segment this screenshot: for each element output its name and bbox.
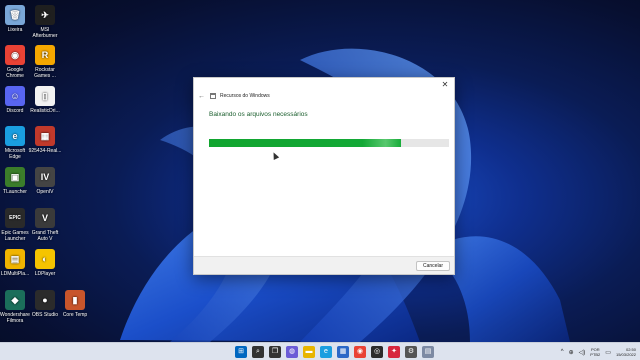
desktop-icon[interactable]: V Grand Theft Auto V: [26, 208, 64, 242]
app-icon: ◐: [35, 249, 55, 269]
desktop-icon-label: 925434-Real...: [28, 148, 62, 154]
taskbar-windows-features-icon[interactable]: ▤: [422, 346, 434, 358]
desktop-icon-label: Core Temp: [62, 312, 88, 318]
input-language-indicator[interactable]: POR PTB2: [590, 347, 600, 357]
app-icon: ◆: [5, 290, 25, 310]
desktop-icon-label: Grand Theft Auto V: [31, 230, 59, 242]
desktop-icon-label: LDPlayer: [34, 271, 56, 277]
desktop-icon[interactable]: IV OpenIV: [26, 167, 64, 195]
app-icon: ◉: [5, 45, 25, 65]
desktop-icon[interactable]: ▮ Core Temp: [56, 290, 94, 318]
taskbar-pinned-apps: ⊞ ⌕ ❐ ◍ ▬ e ▦ ◉ ◎ ✦ ⚙ ▤: [235, 346, 434, 358]
taskbar-start-icon[interactable]: ⊞: [235, 346, 247, 358]
desktop-icon-label: OpenIV: [36, 189, 54, 195]
app-icon: EPIC: [5, 208, 25, 228]
download-status-heading: Baixando os arquivos necessários: [209, 111, 308, 118]
keyboard-layout: PTB2: [590, 352, 601, 357]
taskbar-xbox-icon[interactable]: ◎: [371, 346, 383, 358]
progress-fill: [209, 139, 401, 147]
notification-icon[interactable]: ▭: [605, 349, 611, 356]
cancel-button[interactable]: Cancelar: [416, 261, 450, 271]
taskbar-edge-icon[interactable]: e: [320, 346, 332, 358]
taskbar-settings-icon[interactable]: ⚙: [405, 346, 417, 358]
app-icon: ▦: [35, 126, 55, 146]
desktop-icon[interactable]: ▯ RealisticDri...: [26, 86, 64, 114]
dialog-title: Recursos do Windows: [220, 93, 270, 99]
app-icon: ☺: [5, 86, 25, 106]
taskbar-app-red-icon[interactable]: ✦: [388, 346, 400, 358]
app-icon: IV: [35, 167, 55, 187]
desktop-icon-label: RealisticDri...: [30, 108, 60, 114]
network-icon[interactable]: ⊕: [569, 349, 574, 356]
dialog-header: ← Recursos do Windows: [198, 91, 270, 101]
window-icon: [210, 93, 216, 99]
show-hidden-icons-chevron-icon[interactable]: ^: [561, 349, 564, 355]
taskbar-search-icon[interactable]: ⌕: [252, 346, 264, 358]
taskbar-chat-icon[interactable]: ◍: [286, 346, 298, 358]
app-icon: ●: [35, 290, 55, 310]
desktop-icon[interactable]: ✈ MSI Afterburner: [26, 5, 64, 39]
app-icon: V: [35, 208, 55, 228]
close-button[interactable]: ✕: [440, 80, 450, 90]
app-icon: ▣: [5, 167, 25, 187]
taskbar-file-explorer-icon[interactable]: ▬: [303, 346, 315, 358]
app-icon: ▤: [5, 249, 25, 269]
dialog-footer: Cancelar: [194, 256, 454, 274]
taskbar: ⊞ ⌕ ❐ ◍ ▬ e ▦ ◉ ◎ ✦ ⚙ ▤ ^ ⊕ ◁) POR PTB2 ▭ 02:50 15/…: [0, 342, 640, 360]
clock[interactable]: 02:50 15/03/2022: [616, 347, 636, 357]
app-icon: ▮: [65, 290, 85, 310]
desktop-icon-label: MSI Afterburner: [32, 27, 58, 39]
download-progress-bar: [209, 139, 449, 147]
app-icon: e: [5, 126, 25, 146]
desktop-icon[interactable]: ◐ LDPlayer: [26, 249, 64, 277]
windows-features-dialog: ✕ ← Recursos do Windows Baixando os arqu…: [193, 77, 455, 275]
app-icon: 🗑: [5, 5, 25, 25]
clock-date: 15/03/2022: [615, 352, 636, 357]
taskbar-chrome-icon[interactable]: ◉: [354, 346, 366, 358]
app-icon: ▯: [35, 86, 55, 106]
desktop-icon[interactable]: ▦ 925434-Real...: [26, 126, 64, 154]
back-arrow-icon[interactable]: ←: [198, 93, 206, 100]
app-icon: R: [35, 45, 55, 65]
app-icon: ✈: [35, 5, 55, 25]
desktop-icon[interactable]: R Rockstar Games ...: [26, 45, 64, 79]
taskbar-store-icon[interactable]: ▦: [337, 346, 349, 358]
system-tray: ^ ⊕ ◁) POR PTB2 ▭ 02:50 15/03/2022: [561, 344, 636, 360]
taskbar-task-view-icon[interactable]: ❐: [269, 346, 281, 358]
volume-icon[interactable]: ◁): [579, 349, 586, 356]
desktop-icon-label: Rockstar Games ...: [34, 67, 56, 79]
